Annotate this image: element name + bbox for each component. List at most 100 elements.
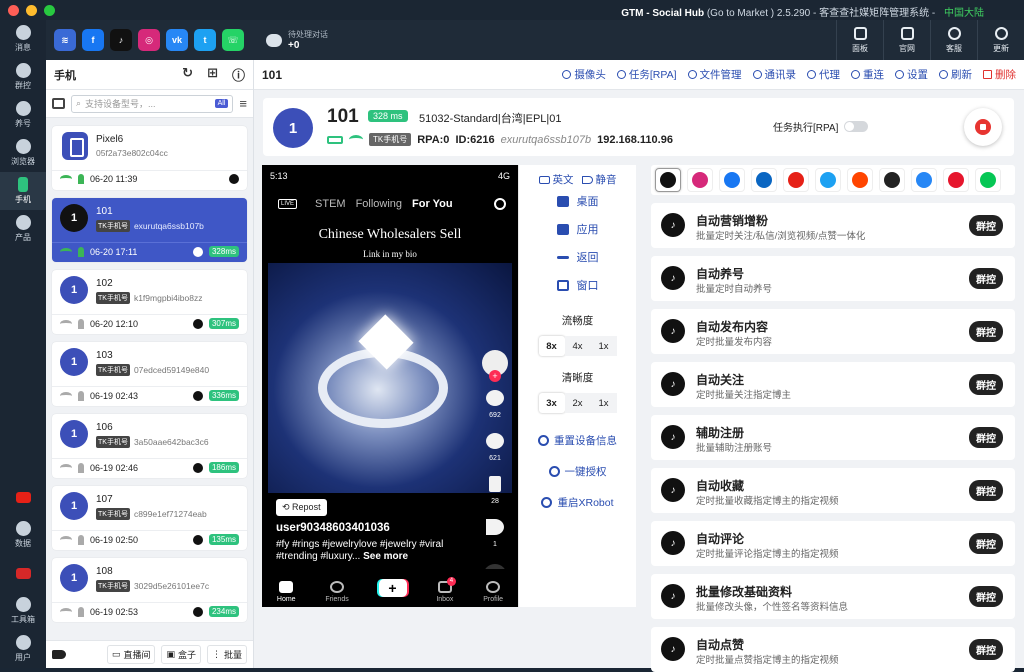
- facebook-icon[interactable]: f: [82, 29, 104, 51]
- nav-data[interactable]: 数据: [0, 516, 46, 554]
- twitter-icon[interactable]: t: [194, 29, 216, 51]
- task-card[interactable]: ♪ 自动发布内容 定时批量发布内容 群控: [651, 309, 1015, 354]
- device-card[interactable]: 1 107 TK手机号 c899e1ef71274eab 06-19 02:50 135m…: [52, 486, 247, 550]
- panel-button[interactable]: 面板: [836, 20, 883, 60]
- tab-following[interactable]: Following: [356, 198, 402, 210]
- tag-icon[interactable]: [52, 650, 66, 659]
- nav-products[interactable]: 产品: [0, 210, 46, 248]
- camera-button[interactable]: 摄像头: [562, 67, 606, 82]
- reconnect-button[interactable]: 重连: [851, 67, 884, 82]
- proxy-button[interactable]: 代理: [807, 67, 840, 82]
- group-control-button[interactable]: 群控: [969, 586, 1003, 607]
- refresh-icon[interactable]: ↻: [182, 65, 193, 84]
- bookmark-icon[interactable]: [489, 476, 501, 492]
- reddit-tab-button[interactable]: [847, 168, 873, 192]
- group-control-button[interactable]: 群控: [969, 427, 1003, 448]
- website-button[interactable]: 官网: [883, 20, 930, 60]
- mute-button[interactable]: 静音: [581, 172, 617, 187]
- minimize-window-button[interactable]: [26, 4, 37, 16]
- device-card[interactable]: 1 108 TK手机号 3029d5e26101ee7c 06-19 02:53 234m…: [52, 558, 247, 622]
- phone-screen[interactable]: 5:13 4G LIVE STEM Following For You Chin…: [262, 165, 518, 607]
- nav-create[interactable]: +: [378, 579, 407, 603]
- nav-nurture[interactable]: 养号: [0, 96, 46, 134]
- share-icon[interactable]: [486, 519, 504, 535]
- live-icon[interactable]: LIVE: [278, 199, 298, 209]
- group-control-button[interactable]: 群控: [969, 268, 1003, 289]
- clarity-1x[interactable]: 1x: [590, 393, 617, 413]
- apps-button[interactable]: 应用: [519, 215, 636, 243]
- tab-stem[interactable]: STEM: [315, 198, 346, 210]
- window-button[interactable]: 窗口: [519, 271, 636, 299]
- see-more-link[interactable]: See more: [363, 551, 408, 562]
- weibo-tab-button[interactable]: [943, 168, 969, 192]
- task-card[interactable]: ♪ 自动评论 定时批量评论指定博主的指定视频 群控: [651, 521, 1015, 566]
- search-icon[interactable]: [494, 198, 506, 210]
- nav-browser[interactable]: 浏览器: [0, 134, 46, 172]
- settings-button[interactable]: 设置: [895, 67, 928, 82]
- one-click-auth-button[interactable]: 一键授权: [519, 456, 636, 487]
- vk-tab-button[interactable]: [911, 168, 937, 192]
- reset-device-button[interactable]: 重置设备信息: [519, 425, 636, 456]
- task-card[interactable]: ♪ 自动养号 批量定时自动养号 群控: [651, 256, 1015, 301]
- group-control-button[interactable]: 群控: [969, 374, 1003, 395]
- nav-user[interactable]: 用户: [0, 630, 46, 668]
- layout-icon[interactable]: [52, 98, 65, 109]
- threads-tab-button[interactable]: [879, 168, 905, 192]
- nav-inbox[interactable]: 4 Inbox: [436, 577, 456, 603]
- platform-icon[interactable]: ≋: [54, 29, 76, 51]
- rpa-task-button[interactable]: 任务[RPA]: [616, 67, 677, 82]
- batch-button[interactable]: ⋮ 批量: [206, 645, 247, 664]
- restart-xrobot-button[interactable]: 重启XRobot: [519, 487, 636, 518]
- delete-button[interactable]: 删除: [983, 67, 1016, 82]
- creator-avatar[interactable]: [482, 350, 508, 382]
- nav-friends[interactable]: Friends: [325, 581, 349, 603]
- group-control-button[interactable]: 群控: [969, 639, 1003, 660]
- comment-icon[interactable]: [486, 433, 504, 449]
- desktop-button[interactable]: 桌面: [519, 187, 636, 215]
- nav-profile[interactable]: Profile: [483, 581, 503, 603]
- tiktok-tab-button[interactable]: [655, 168, 681, 192]
- vk-icon[interactable]: vk: [166, 29, 188, 51]
- task-card[interactable]: ♪ 辅助注册 批量辅助注册账号 群控: [651, 415, 1015, 460]
- facebook-tab-button[interactable]: [719, 168, 745, 192]
- nav-phone[interactable]: 手机: [0, 172, 46, 210]
- group-control-button[interactable]: 群控: [969, 321, 1003, 342]
- add-icon[interactable]: ⊞: [207, 65, 218, 84]
- task-card[interactable]: ♪ 批量修改基础资料 批量修改头像，个性签名等资料信息 群控: [651, 574, 1015, 619]
- rpa-task-toggle[interactable]: [844, 121, 869, 132]
- clarity-2x[interactable]: 2x: [564, 393, 591, 413]
- refresh-button[interactable]: 刷新: [939, 67, 972, 82]
- device-card[interactable]: 1 101 TK手机号 exurutqa6ssb107b 06-20 17:11 328m…: [52, 198, 247, 262]
- sort-icon[interactable]: ≡: [239, 96, 247, 111]
- group-control-button[interactable]: 群控: [969, 215, 1003, 236]
- instagram-icon[interactable]: ◎: [138, 29, 160, 51]
- pending-conversations[interactable]: 待处理对话 +0: [266, 29, 328, 51]
- file-manager-button[interactable]: 文件管理: [687, 67, 742, 82]
- support-button[interactable]: 客服: [930, 20, 977, 60]
- device-search-input[interactable]: ⌕ 支持设备型号，... All: [71, 94, 234, 113]
- nav-group[interactable]: 群控: [0, 58, 46, 96]
- like-icon[interactable]: [486, 390, 504, 406]
- task-card[interactable]: ♪ 自动点赞 定时批量点赞指定博主的指定视频 群控: [651, 627, 1015, 672]
- clarity-3x[interactable]: 3x: [538, 393, 565, 413]
- nav-flag[interactable]: [0, 554, 46, 592]
- maximize-window-button[interactable]: [44, 4, 55, 16]
- fluency-8x[interactable]: 8x: [538, 336, 565, 356]
- contacts-button[interactable]: 通讯录: [752, 67, 796, 82]
- live-room-button[interactable]: ▭ 直播间: [106, 645, 156, 664]
- back-button[interactable]: 返回: [519, 243, 636, 271]
- task-card[interactable]: ♪ 自动营销增粉 批量定时关注/私信/浏览视频/点赞一体化 群控: [651, 203, 1015, 248]
- update-button[interactable]: 更新: [977, 20, 1024, 60]
- task-card[interactable]: ♪ 自动关注 定时批量关注指定博主 群控: [651, 362, 1015, 407]
- all-badge[interactable]: All: [214, 99, 229, 108]
- nav-youtube[interactable]: [0, 478, 46, 516]
- device-card[interactable]: Pixel6 05f2a73e802c04cc 06-20 11:39: [52, 126, 247, 190]
- nav-messages[interactable]: 消息: [0, 20, 46, 58]
- keyboard-lang-button[interactable]: 英文: [538, 172, 574, 187]
- group-control-button[interactable]: 群控: [969, 480, 1003, 501]
- device-card[interactable]: 1 102 TK手机号 k1f9mgpbi4ibo8zz 06-20 12:10 307m…: [52, 270, 247, 334]
- linkedin-tab-button[interactable]: [751, 168, 777, 192]
- box-button[interactable]: ▣ 盒子: [161, 645, 201, 664]
- fluency-4x[interactable]: 4x: [564, 336, 591, 356]
- nav-home[interactable]: Home: [277, 581, 296, 603]
